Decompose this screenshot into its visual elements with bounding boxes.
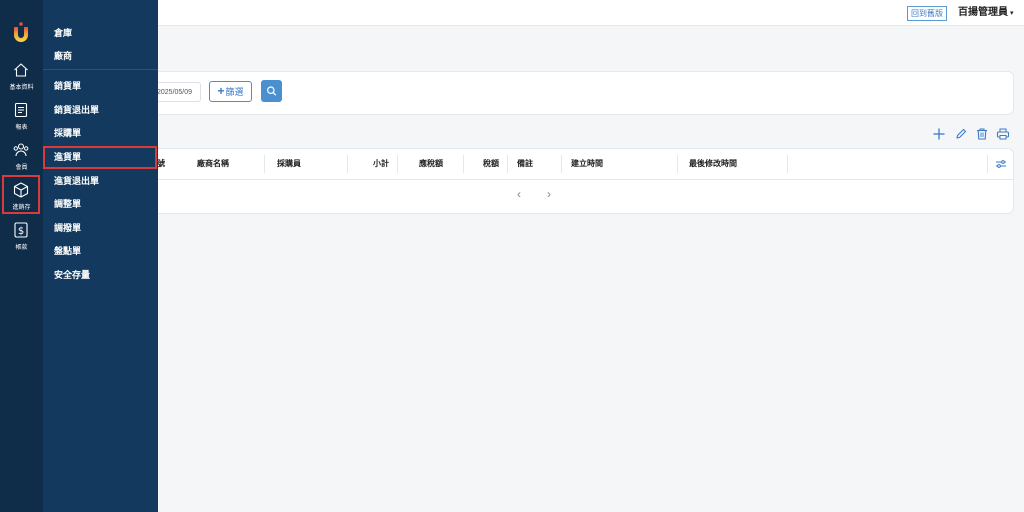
- rail-item-label: 報表: [15, 125, 28, 131]
- rail-item-label: 會員: [15, 165, 28, 171]
- submenu-item-warehouse[interactable]: 倉庫: [54, 26, 72, 40]
- submenu-divider: [43, 69, 158, 70]
- caret-down-icon: ▾: [1010, 10, 1014, 17]
- column-header: 號: [157, 159, 165, 168]
- submenu-item-purchase-order[interactable]: 採購單: [54, 126, 81, 140]
- purchase-table: 號 廠商名稱 採購員 小計 應稅額 稅額 備註 建立時間 最後修改時間 ‹ ›: [150, 148, 1014, 214]
- column-header-remarks: 備註: [517, 159, 533, 168]
- rail-item-basic-data[interactable]: 基本資料: [0, 61, 43, 101]
- search-icon: [267, 86, 277, 96]
- column-divider: [397, 155, 398, 173]
- column-header-modified-time: 最後修改時間: [689, 159, 737, 168]
- svg-text:$: $: [18, 226, 24, 237]
- column-divider: [463, 155, 464, 173]
- trash-icon[interactable]: [975, 127, 989, 141]
- submenu-item-adjustment[interactable]: 調整單: [54, 197, 81, 211]
- printer-icon[interactable]: [996, 127, 1010, 141]
- column-header-subtotal: 小計: [373, 159, 389, 168]
- rail-item-label: 帳款: [15, 245, 28, 251]
- rail-item-label: 基本資料: [9, 85, 34, 91]
- submenu-item-vendor[interactable]: 廠商: [54, 49, 72, 63]
- rail-item-reports[interactable]: 報表: [0, 101, 43, 141]
- selected-submenu-highlight: [43, 146, 157, 169]
- column-header-vendor-name: 廠商名稱: [197, 159, 229, 168]
- rail-item-accounts[interactable]: $ 帳款: [0, 221, 43, 261]
- column-header-taxable-amount: 應稅額: [419, 159, 443, 168]
- pencil-icon[interactable]: [954, 127, 968, 141]
- submenu-item-safety-stock[interactable]: 安全存量: [54, 268, 90, 282]
- dollar-icon: $: [14, 222, 28, 238]
- next-page-button[interactable]: ›: [547, 187, 551, 201]
- document-icon: [14, 102, 28, 118]
- sliders-icon[interactable]: [994, 157, 1008, 171]
- submenu-item-purchase-return[interactable]: 進貨退出單: [54, 174, 99, 188]
- column-divider: [507, 155, 508, 173]
- home-icon: [14, 63, 28, 77]
- column-divider: [264, 155, 265, 173]
- column-divider: [677, 155, 678, 173]
- column-divider: [987, 155, 988, 173]
- submenu-item-transfer[interactable]: 調撥單: [54, 221, 81, 235]
- filter-label: 篩選: [225, 87, 244, 97]
- column-header-created-time: 建立時間: [571, 159, 603, 168]
- back-to-old-version-button[interactable]: 回到舊版: [907, 6, 947, 21]
- submenu-flyout: 倉庫 廠商 銷貨單 銷貨退出單 採購單 進貨單 進貨退出單 調整單 調撥單 盤點…: [43, 0, 158, 512]
- brand-logo[interactable]: [12, 22, 30, 42]
- user-menu[interactable]: 百揚管理員 ▾: [958, 5, 1014, 21]
- search-button[interactable]: [261, 80, 282, 102]
- column-divider: [787, 155, 788, 173]
- column-divider: [561, 155, 562, 173]
- plus-icon: +: [217, 84, 225, 98]
- prev-page-button[interactable]: ‹: [517, 187, 521, 201]
- date-field[interactable]: 2025/05/09: [153, 82, 201, 102]
- plus-icon[interactable]: [932, 127, 946, 141]
- submenu-item-sales-return[interactable]: 銷貨退出單: [54, 103, 99, 117]
- users-icon: [13, 143, 29, 157]
- selected-menu-highlight: [2, 175, 40, 214]
- column-header-tax: 稅額: [483, 159, 499, 168]
- icon-rail: 基本資料 報表 會員 進銷存 $ 帳款: [0, 0, 43, 512]
- submenu-item-stocktake[interactable]: 盤點單: [54, 244, 81, 258]
- table-header-row: 號 廠商名稱 採購員 小計 應稅額 稅額 備註 建立時間 最後修改時間: [151, 149, 1013, 180]
- column-header-buyer: 採購員: [277, 159, 301, 168]
- submenu-item-sales-order[interactable]: 銷貨單: [54, 79, 81, 93]
- filter-button[interactable]: +篩選: [209, 81, 252, 102]
- user-name: 百揚管理員: [958, 7, 1008, 18]
- column-divider: [347, 155, 348, 173]
